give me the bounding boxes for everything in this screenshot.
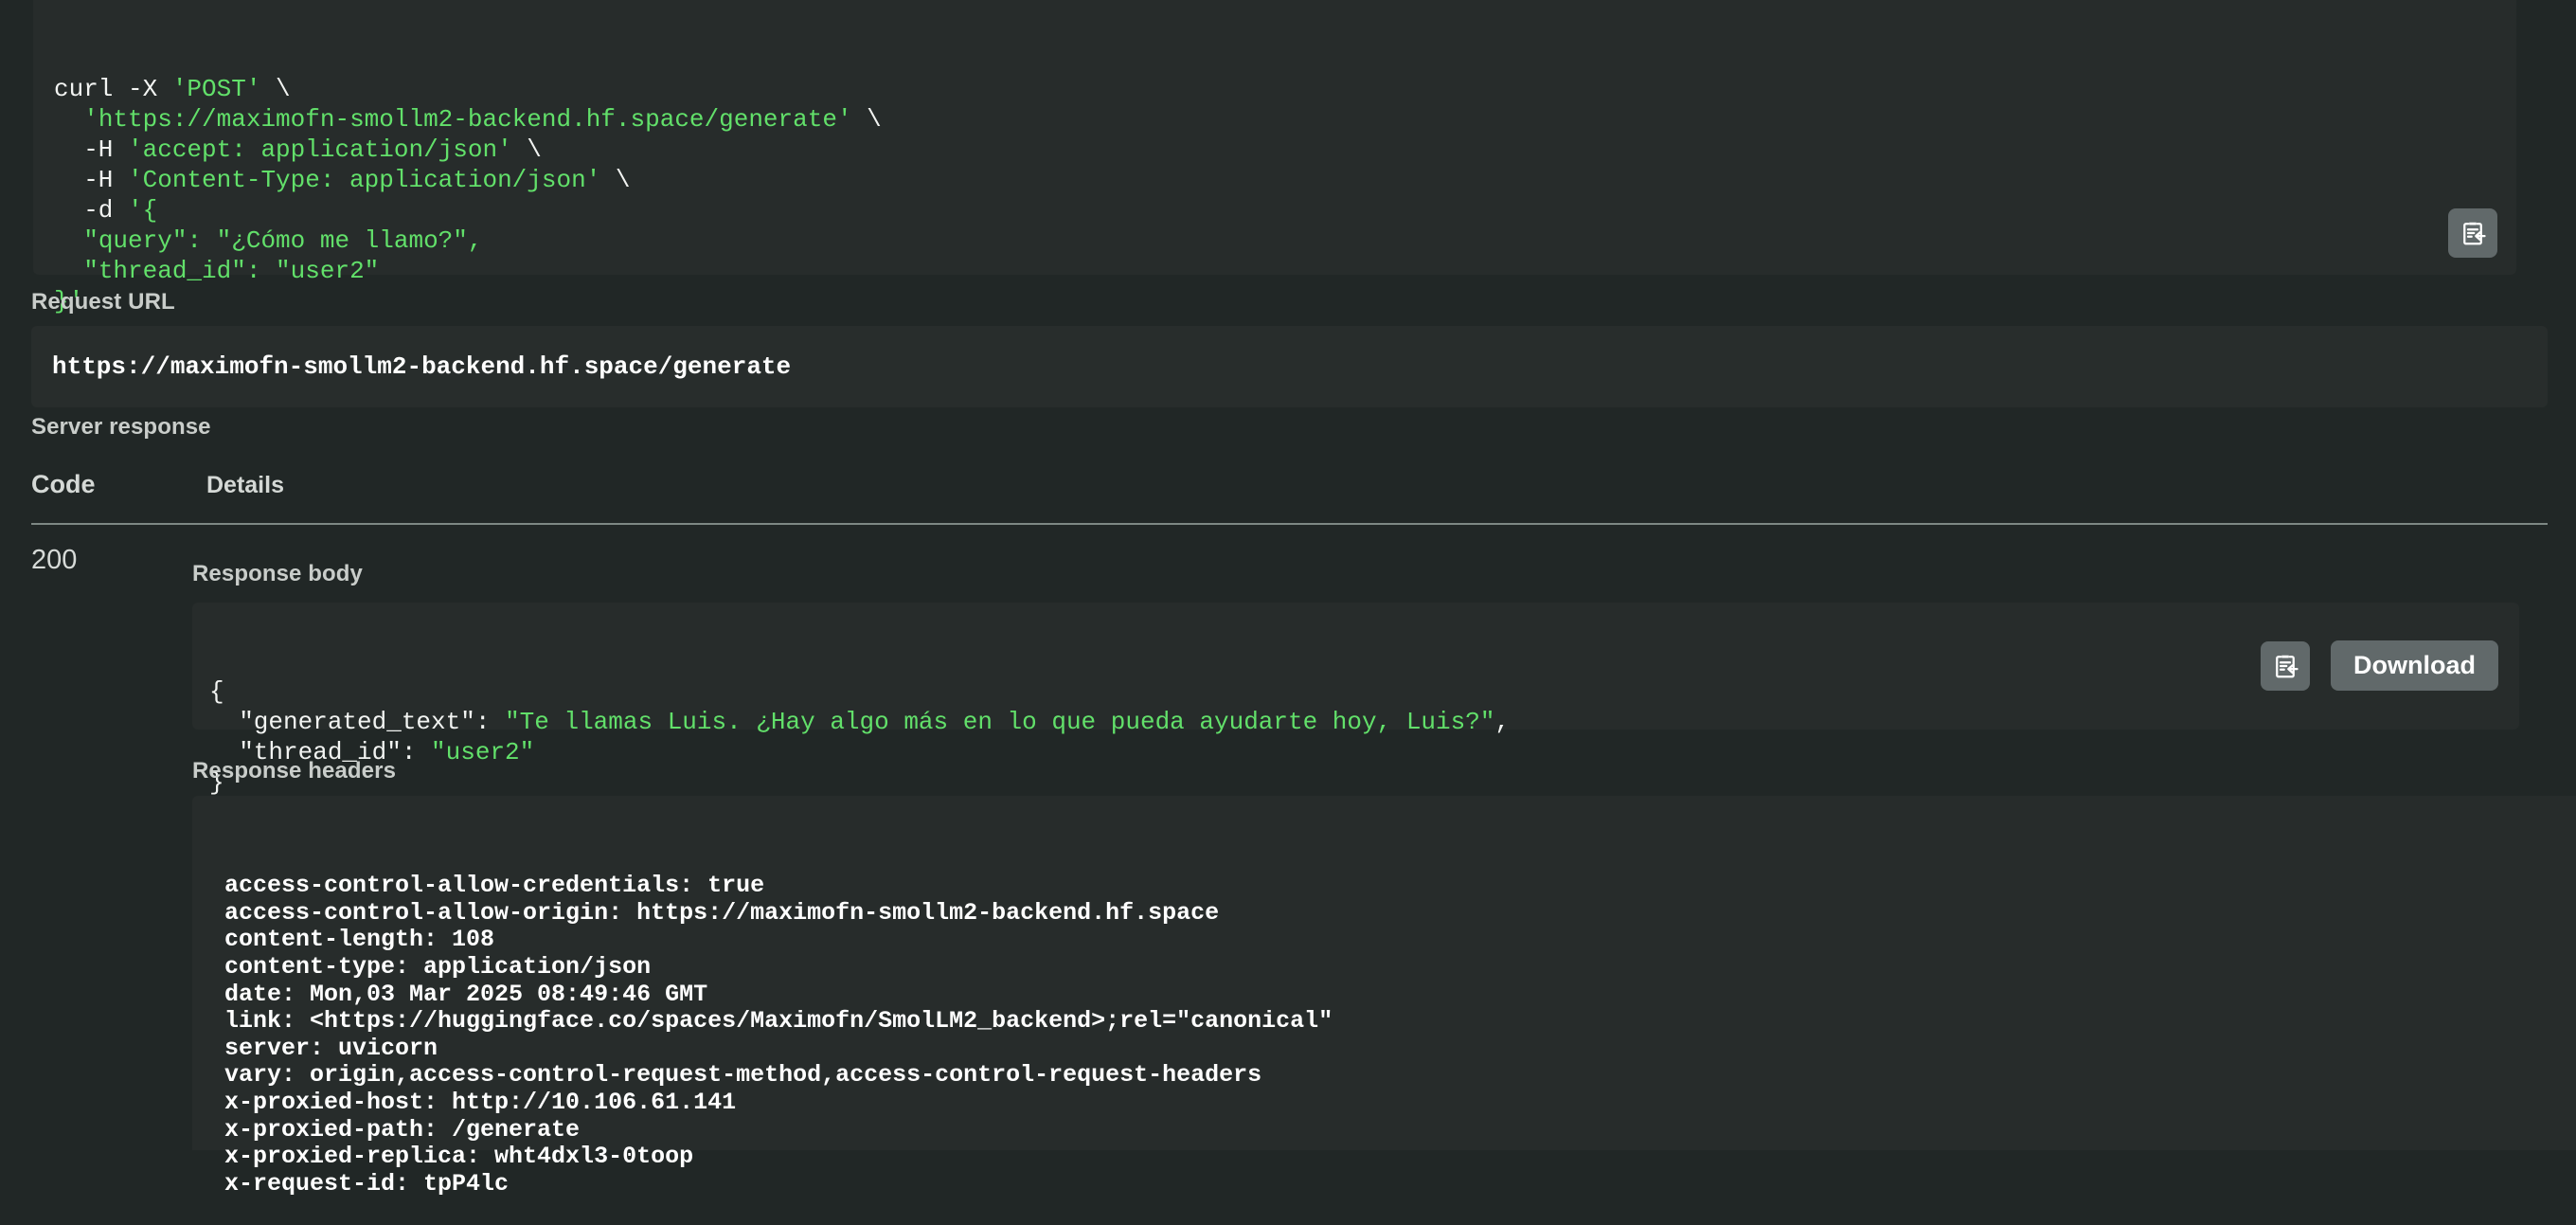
- response-headers-block: access-control-allow-credentials: true ac…: [192, 796, 2576, 1197]
- response-header-line: x-request-id: tpP4lc: [224, 1169, 510, 1198]
- curl-code-line: -d '{: [54, 195, 2516, 225]
- response-body-label: Response body: [192, 561, 363, 586]
- response-header-line: access-control-allow-credentials: true: [224, 872, 765, 900]
- response-headers-text: access-control-allow-credentials: true ac…: [224, 873, 2576, 1198]
- request-url-value: https://maximofn-smollm2-backend.hf.spac…: [31, 326, 2548, 407]
- response-body-code-text: { "generated_text": "Te llamas Luis. ¿Ha…: [209, 676, 2519, 798]
- curl-code-line: -H 'accept: application/json' \: [54, 135, 2516, 165]
- server-response-label: Server response: [31, 414, 211, 440]
- code-token: "query": "¿Cómo me llamo?",: [83, 226, 483, 255]
- curl-code-line: 'https://maximofn-smollm2-backend.hf.spa…: [54, 104, 2516, 135]
- response-header-line: content-type: application/json: [224, 952, 652, 981]
- code-token: "Te llamas Luis. ¿Hay algo más en lo que…: [505, 708, 1495, 736]
- response-header-line: access-control-allow-origin: https://max…: [224, 898, 1220, 927]
- code-token: 'https://maximofn-smollm2-backend.hf.spa…: [83, 105, 852, 134]
- curl-request-code-block: curl -X 'POST' \ 'https://maximofn-smoll…: [33, 0, 2516, 315]
- response-table-header: Code Details: [31, 470, 2548, 515]
- code-token: -d: [54, 196, 129, 225]
- response-header-line: link: <https://huggingface.co/spaces/Max…: [224, 1007, 1333, 1036]
- response-header-line: vary: origin,access-control-request-meth…: [224, 1061, 1262, 1090]
- code-token: \: [851, 105, 882, 134]
- copy-to-clipboard-icon: [2271, 623, 2299, 709]
- code-token: curl -X: [54, 75, 172, 103]
- response-header-line: content-length: 108: [224, 926, 495, 954]
- response-status-code: 200: [31, 545, 78, 575]
- curl-request-code-text: curl -X 'POST' \ 'https://maximofn-smoll…: [54, 74, 2516, 316]
- response-header-line: x-proxied-path: /generate: [224, 1115, 581, 1144]
- response-header-line: x-proxied-replica: wht4dxl3-0toop: [224, 1143, 694, 1171]
- curl-code-line: "thread_id": "user2": [54, 256, 2516, 286]
- curl-code-line: curl -X 'POST' \: [54, 74, 2516, 104]
- code-token: 'POST': [171, 75, 261, 103]
- response-body-code-block: { "generated_text": "Te llamas Luis. ¿Ha…: [192, 603, 2519, 797]
- response-header-line: x-proxied-host: http://10.106.61.141: [224, 1088, 737, 1116]
- code-token: \: [600, 166, 631, 194]
- code-token: {: [209, 677, 224, 706]
- code-token: 'Content-Type: application/json': [128, 166, 601, 194]
- response-headers-label: Response headers: [192, 758, 397, 784]
- copy-to-clipboard-button[interactable]: [2448, 208, 2497, 258]
- response-header-line: date: Mon,03 Mar 2025 08:49:46 GMT: [224, 980, 708, 1008]
- curl-code-line: }': [54, 286, 2516, 316]
- column-header-code: Code: [31, 470, 96, 498]
- response-body-line: }: [209, 767, 2519, 798]
- code-token: "user2": [431, 738, 535, 766]
- response-body-line: "thread_id": "user2": [209, 737, 2519, 767]
- code-token: ,: [1494, 708, 1511, 736]
- request-url-label: Request URL: [31, 289, 175, 315]
- code-token: '{: [128, 196, 158, 225]
- curl-code-line: -H 'Content-Type: application/json' \: [54, 165, 2516, 195]
- download-button[interactable]: Download: [2331, 640, 2498, 691]
- code-token: \: [260, 75, 291, 103]
- code-token: -H: [54, 135, 129, 164]
- code-token: -H: [54, 166, 129, 194]
- response-body-line: {: [209, 676, 2519, 707]
- response-body-actions: Download: [2261, 640, 2498, 691]
- response-body-copy-button[interactable]: [2261, 640, 2310, 691]
- code-token: "thread_id": "user2": [83, 257, 380, 285]
- column-header-details: Details: [206, 472, 284, 498]
- curl-code-line: "query": "¿Cómo me llamo?",: [54, 225, 2516, 256]
- table-header-divider: [31, 523, 2548, 525]
- code-token: 'accept: application/json': [128, 135, 512, 164]
- code-token: \: [511, 135, 542, 164]
- copy-to-clipboard-icon: [2459, 190, 2487, 276]
- response-body-line: "generated_text": "Te llamas Luis. ¿Hay …: [209, 707, 2519, 737]
- code-token: "generated_text":: [209, 708, 506, 736]
- response-header-line: server: uvicorn: [224, 1034, 438, 1062]
